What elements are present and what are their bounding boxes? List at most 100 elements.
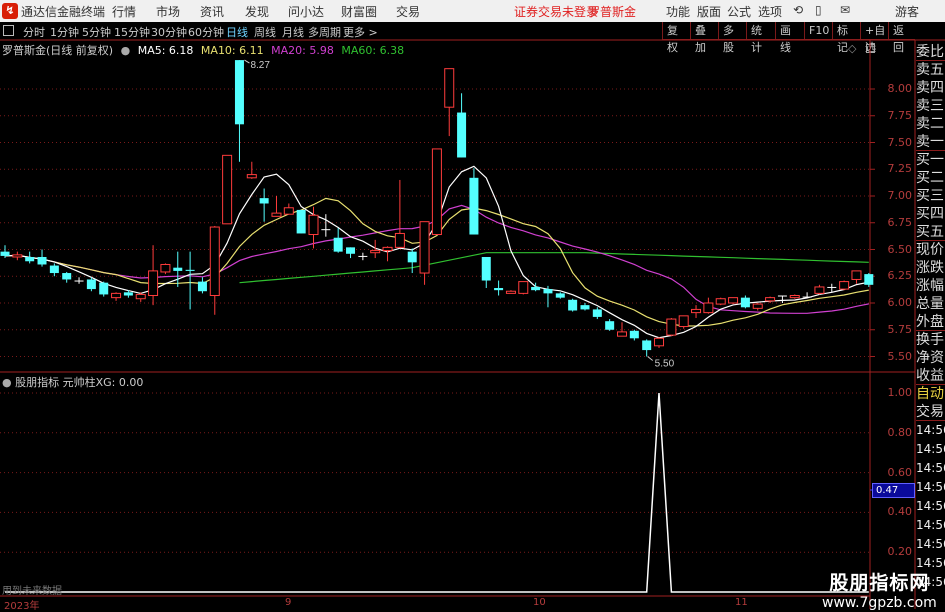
- candle-down: [321, 229, 331, 231]
- quote-label: 收益: [916, 368, 945, 385]
- trade-label: 交易: [916, 404, 945, 421]
- future-data-note: 用到未来数据: [2, 586, 62, 597]
- candle-down: [580, 305, 590, 310]
- menu-4[interactable]: 问小达: [288, 3, 324, 20]
- candle-down: [197, 281, 207, 292]
- trade-time: 14:56: [916, 518, 945, 532]
- candle-down: [86, 279, 96, 290]
- right-menu-1[interactable]: 版面: [697, 3, 721, 20]
- candle-up: [160, 263, 171, 273]
- candle-down: [531, 286, 541, 291]
- price-tick: 7.75: [887, 108, 913, 122]
- watermark-name: 股朋指标网: [829, 572, 930, 594]
- date-label: 9: [285, 597, 292, 608]
- quote-label: 卖二: [916, 116, 944, 132]
- indicator-tick: 0.60: [887, 465, 913, 479]
- candle-down: [346, 247, 356, 254]
- candle-up: [839, 281, 850, 290]
- candle-up: [246, 174, 257, 179]
- right-menu-0[interactable]: 功能: [666, 3, 690, 20]
- quote-label: 买二: [916, 170, 944, 186]
- right-menu-3[interactable]: 选项: [758, 3, 782, 20]
- cursor-value: 0.47: [872, 483, 915, 498]
- candle-up: [691, 308, 702, 314]
- candle-up: [222, 154, 233, 225]
- candle-up: [666, 318, 677, 336]
- candle-up: [111, 292, 122, 299]
- candle-down: [407, 251, 417, 263]
- menu-6[interactable]: 交易: [396, 3, 420, 20]
- quote-label: 委比: [916, 44, 945, 61]
- candle-down: [234, 60, 244, 125]
- menu-1[interactable]: 市场: [156, 3, 180, 20]
- candle-down: [864, 274, 874, 285]
- candle-up: [518, 281, 529, 294]
- candle-down: [37, 256, 47, 265]
- indicator-name[interactable]: 股朋指标: [15, 376, 59, 389]
- xg-signal-line: [5, 392, 869, 593]
- candle-up: [209, 226, 220, 297]
- indicator-tick: 0.20: [887, 545, 913, 559]
- quote-label: 涨跌: [916, 260, 944, 276]
- candle-up: [382, 246, 393, 252]
- candle-down: [49, 265, 59, 274]
- trade-time: 14:56: [916, 480, 945, 494]
- date-label: 10: [533, 597, 546, 608]
- candle-up: [394, 232, 405, 248]
- candle-up: [370, 250, 381, 254]
- quote-label: 现价: [916, 242, 944, 258]
- candle-up: [765, 297, 776, 302]
- candle-down: [296, 209, 306, 234]
- candle-up: [283, 207, 294, 215]
- candle-down: [543, 289, 553, 294]
- candle-up: [678, 315, 689, 328]
- candle-down: [642, 340, 652, 351]
- candle-up: [617, 331, 627, 337]
- indicator-tick: 0.80: [887, 425, 913, 439]
- candle-down: [802, 296, 812, 298]
- candle-up: [431, 148, 442, 236]
- right-menu-2[interactable]: 公式: [727, 3, 751, 20]
- quote-label: 外盘: [916, 314, 945, 331]
- price-tick: 6.50: [887, 242, 913, 256]
- price-tick: 6.75: [887, 215, 913, 229]
- menu-0[interactable]: 行情: [112, 3, 136, 20]
- price-tick: 6.25: [887, 269, 913, 283]
- indicator-menu-icon[interactable]: ●: [2, 376, 12, 389]
- quote-label: 卖五: [916, 62, 944, 78]
- candle-down: [827, 286, 837, 288]
- candle-down: [173, 267, 183, 271]
- candle-down: [25, 256, 35, 262]
- candle-up: [654, 337, 665, 347]
- date-label: 11: [735, 597, 748, 608]
- candle-down: [333, 237, 343, 252]
- candle-down: [740, 297, 750, 308]
- price-tick: 6.00: [887, 296, 913, 309]
- quote-label: 买五: [916, 224, 945, 241]
- trade-time: 14:56: [916, 499, 945, 513]
- auto-trade-label[interactable]: 自动: [916, 385, 945, 403]
- quote-label: 换手: [916, 332, 944, 348]
- candle-down: [358, 255, 368, 257]
- candle-up: [715, 298, 726, 305]
- candle-down: [99, 282, 109, 295]
- candle-down: [123, 292, 133, 296]
- candle-up: [12, 254, 23, 258]
- quote-label: 总量: [916, 296, 944, 312]
- candle-down: [62, 273, 72, 280]
- candle-up: [444, 68, 455, 108]
- candle-down: [629, 330, 639, 339]
- menu-3[interactable]: 发现: [245, 3, 269, 20]
- quote-label: 买一: [916, 152, 944, 168]
- menu-5[interactable]: 财富圈: [341, 3, 377, 20]
- candle-up: [505, 290, 516, 294]
- indicator-tick: 0.40: [887, 505, 913, 519]
- ma60-line: [239, 252, 869, 284]
- menu-2[interactable]: 资讯: [200, 3, 224, 20]
- candle-down: [481, 256, 491, 281]
- quote-label: 净资: [916, 350, 944, 366]
- candle-down: [259, 198, 269, 204]
- candle-down: [777, 295, 787, 297]
- candle-down: [592, 309, 602, 317]
- kline-chart[interactable]: 8.27 5.50: [0, 0, 945, 609]
